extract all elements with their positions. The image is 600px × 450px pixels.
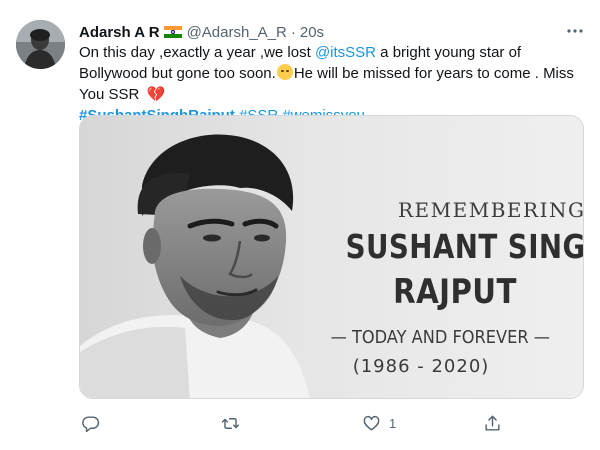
tweet-text: On this day ,exactly a year ,we lost @it… (79, 42, 589, 126)
more-horizontal-icon[interactable] (562, 18, 588, 44)
mention-link[interactable]: @itsSSR (315, 44, 376, 61)
india-flag-icon (163, 26, 182, 38)
retweet-button[interactable] (221, 408, 240, 438)
poster-today-and-forever: — TODAY AND FOREVER — (330, 327, 550, 348)
poster-name-line2: RAJPUT (393, 272, 517, 312)
poster-remembering: REMEMBERING (398, 198, 584, 222)
reply-icon (82, 415, 100, 432)
author-handle[interactable]: @Adarsh_A_R (187, 24, 287, 41)
face-with-rolling-eyes-emoji (276, 64, 293, 80)
separator-dot: · (290, 23, 296, 41)
broken-heart-emoji: 💔 (146, 86, 166, 103)
avatar[interactable] (16, 20, 65, 69)
retweet-icon (221, 417, 240, 429)
tweet-text-part1: On this day ,exactly a year ,we lost (79, 44, 315, 61)
like-count: 1 (389, 415, 397, 431)
share-icon (485, 415, 500, 431)
like-button[interactable]: 1 (362, 408, 396, 438)
tweet-media[interactable]: REMEMBERING SUSHANT SINGH RAJPUT — TODAY… (79, 115, 584, 399)
share-button[interactable] (483, 408, 502, 438)
heart-icon (363, 415, 380, 431)
timestamp[interactable]: 20s (300, 24, 324, 41)
poster-name-line1: SUSHANT SINGH (345, 227, 584, 266)
reply-button[interactable] (81, 408, 100, 438)
poster-years: (1986 - 2020) (352, 356, 490, 377)
author-name[interactable]: Adarsh A R (79, 24, 160, 41)
tweet[interactable]: Adarsh A R @Adarsh_A_R · 20s On this day… (0, 0, 600, 450)
avatar-image (16, 20, 65, 69)
tweet-actions: 1 (79, 408, 509, 438)
tweet-header: Adarsh A R @Adarsh_A_R · 20s (79, 22, 584, 42)
